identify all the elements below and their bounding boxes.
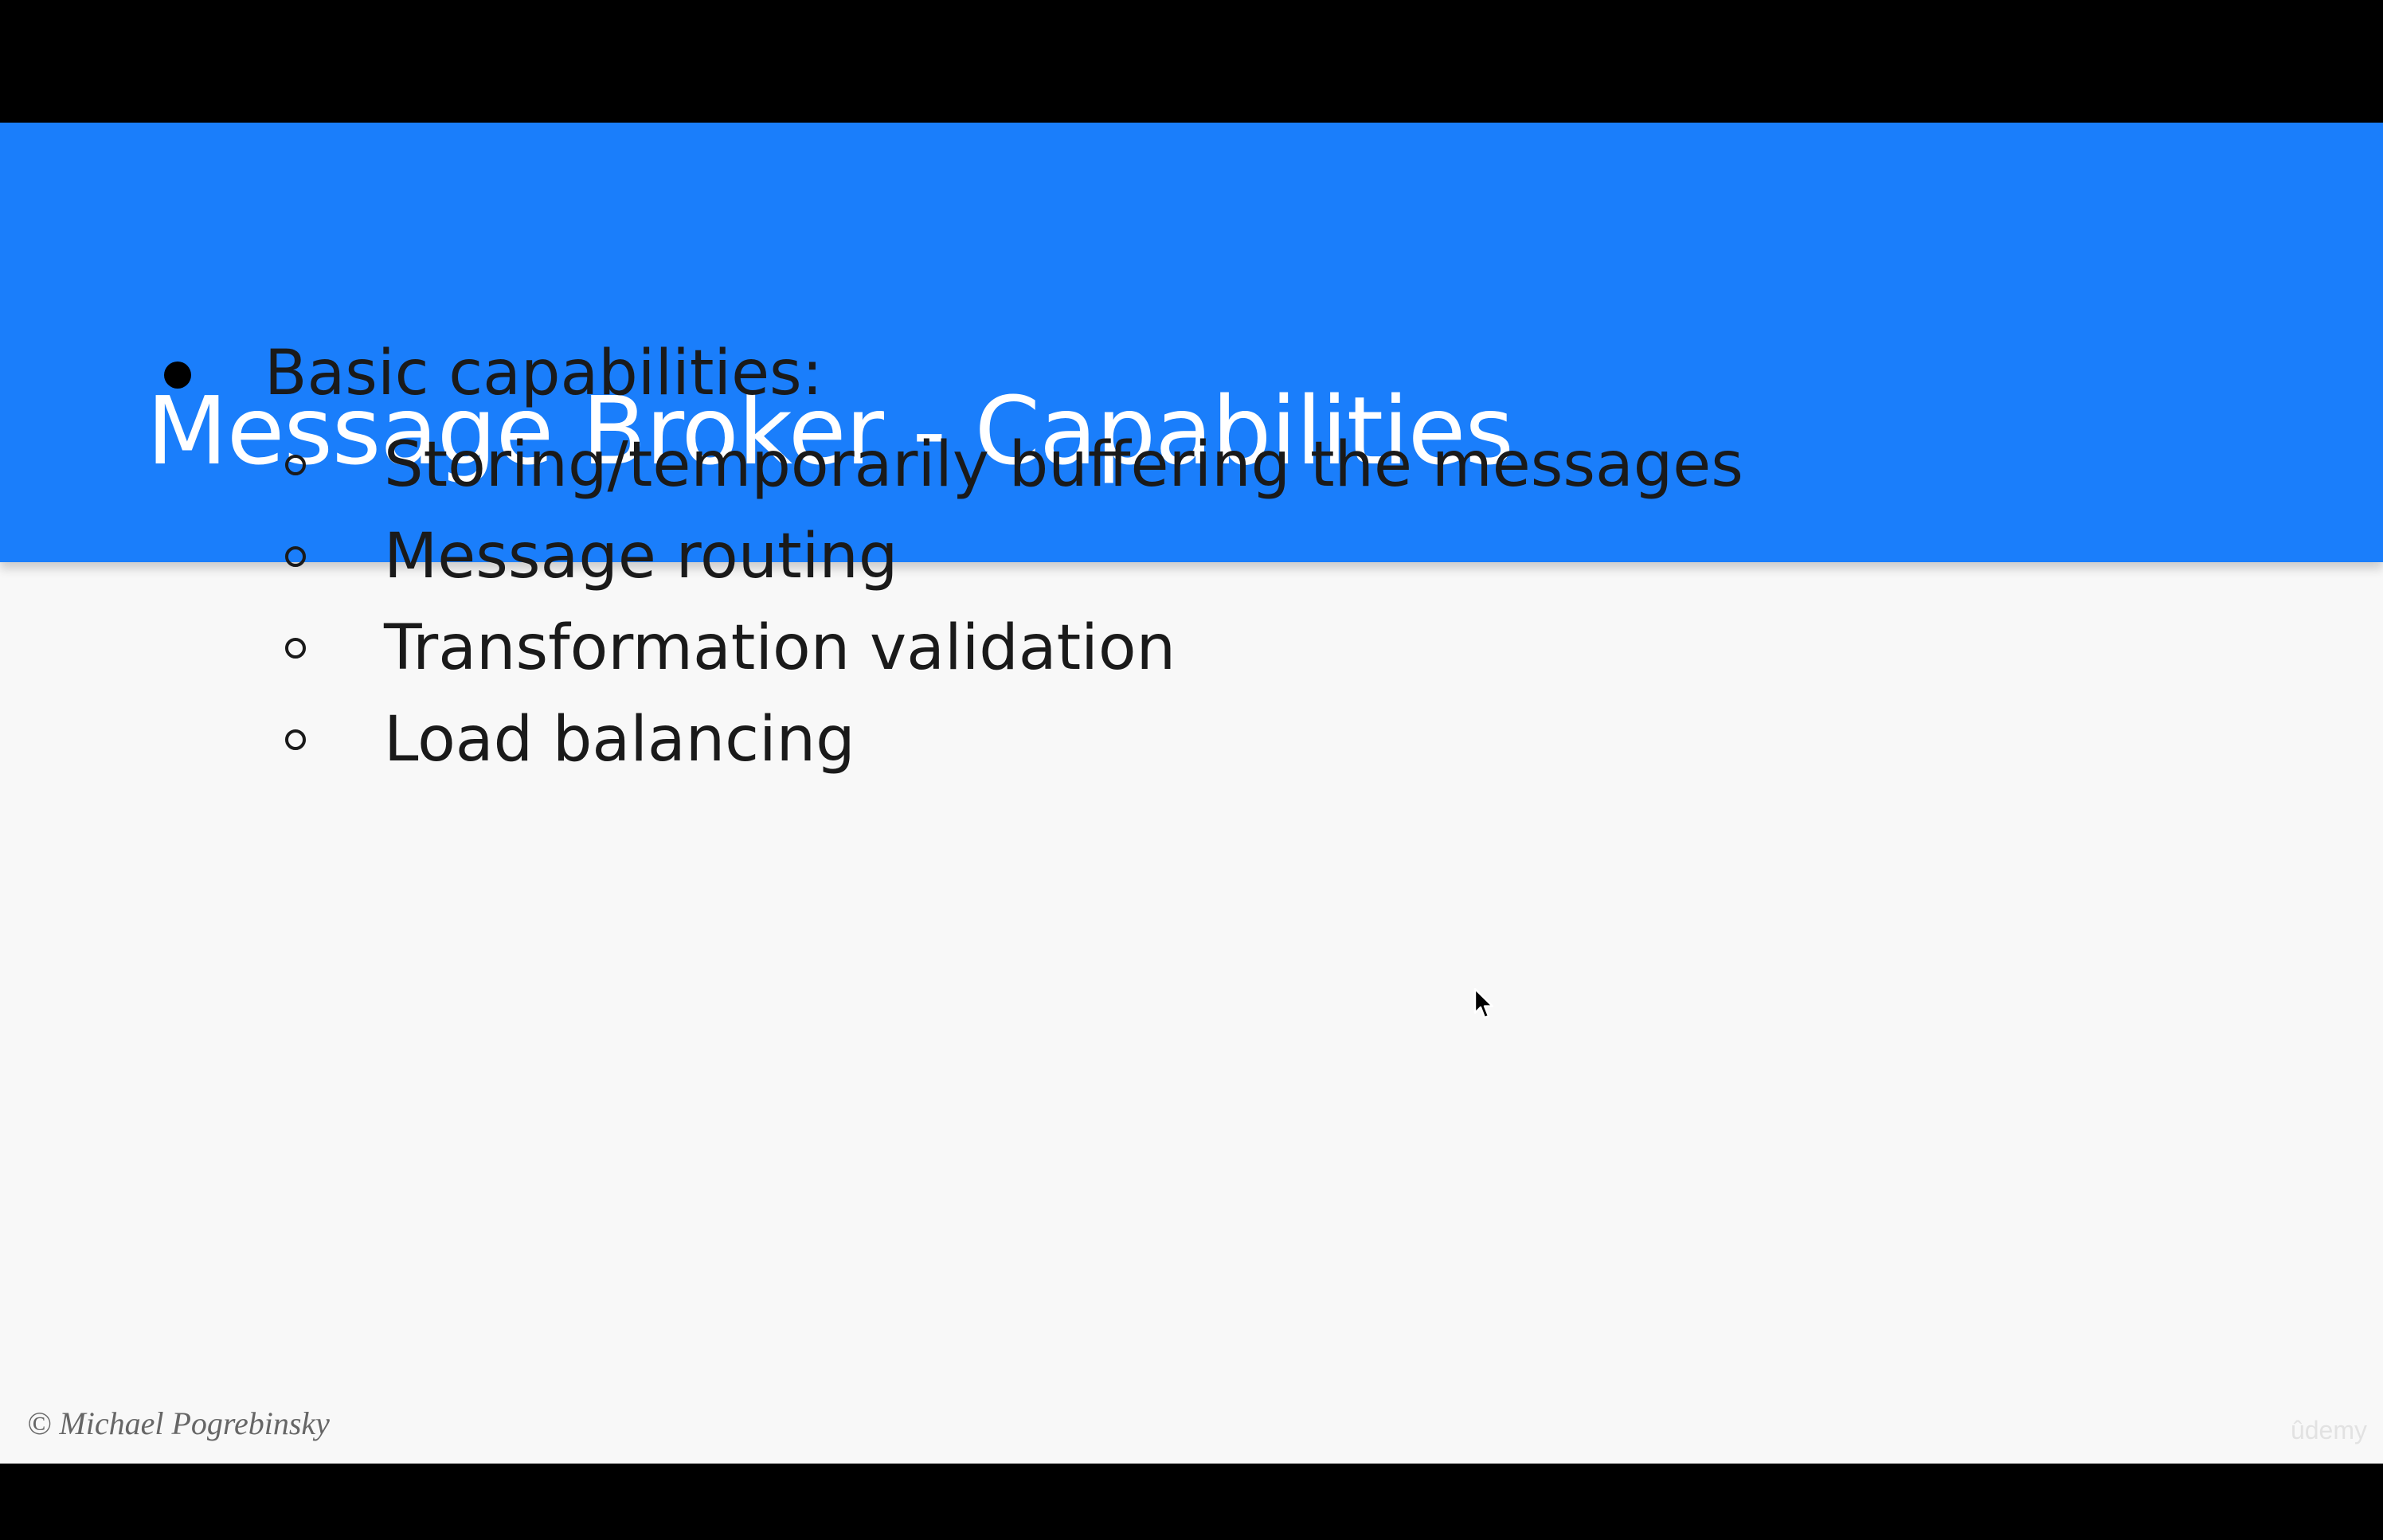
presentation-slide: Message Broker - Capabilities Basic capa… xyxy=(0,123,2383,1464)
bullet-list: Basic capabilities: Storing/temporarily … xyxy=(0,123,2383,1464)
bullet-text: Storing/temporarily buffering the messag… xyxy=(384,429,1743,501)
bullet-text: Basic capabilities: xyxy=(264,338,823,409)
bullet-circle-icon xyxy=(285,455,306,475)
bullet-circle-icon xyxy=(285,546,306,567)
letterbox-top xyxy=(0,0,2383,123)
bullet-circle-icon xyxy=(285,729,306,750)
letterbox-bottom xyxy=(0,1464,2383,1540)
mouse-pointer-icon xyxy=(1473,987,1494,1019)
bullet-text: Transformation validation xyxy=(384,612,1176,684)
copyright-notice: © Michael Pogrebinsky xyxy=(27,1405,330,1441)
bullet-circle-icon xyxy=(285,638,306,659)
udemy-watermark: ûdemy xyxy=(2290,1416,2367,1444)
bullet-text: Load balancing xyxy=(384,704,855,776)
bullet-disc-icon xyxy=(164,362,191,389)
bullet-text: Message routing xyxy=(384,521,898,592)
